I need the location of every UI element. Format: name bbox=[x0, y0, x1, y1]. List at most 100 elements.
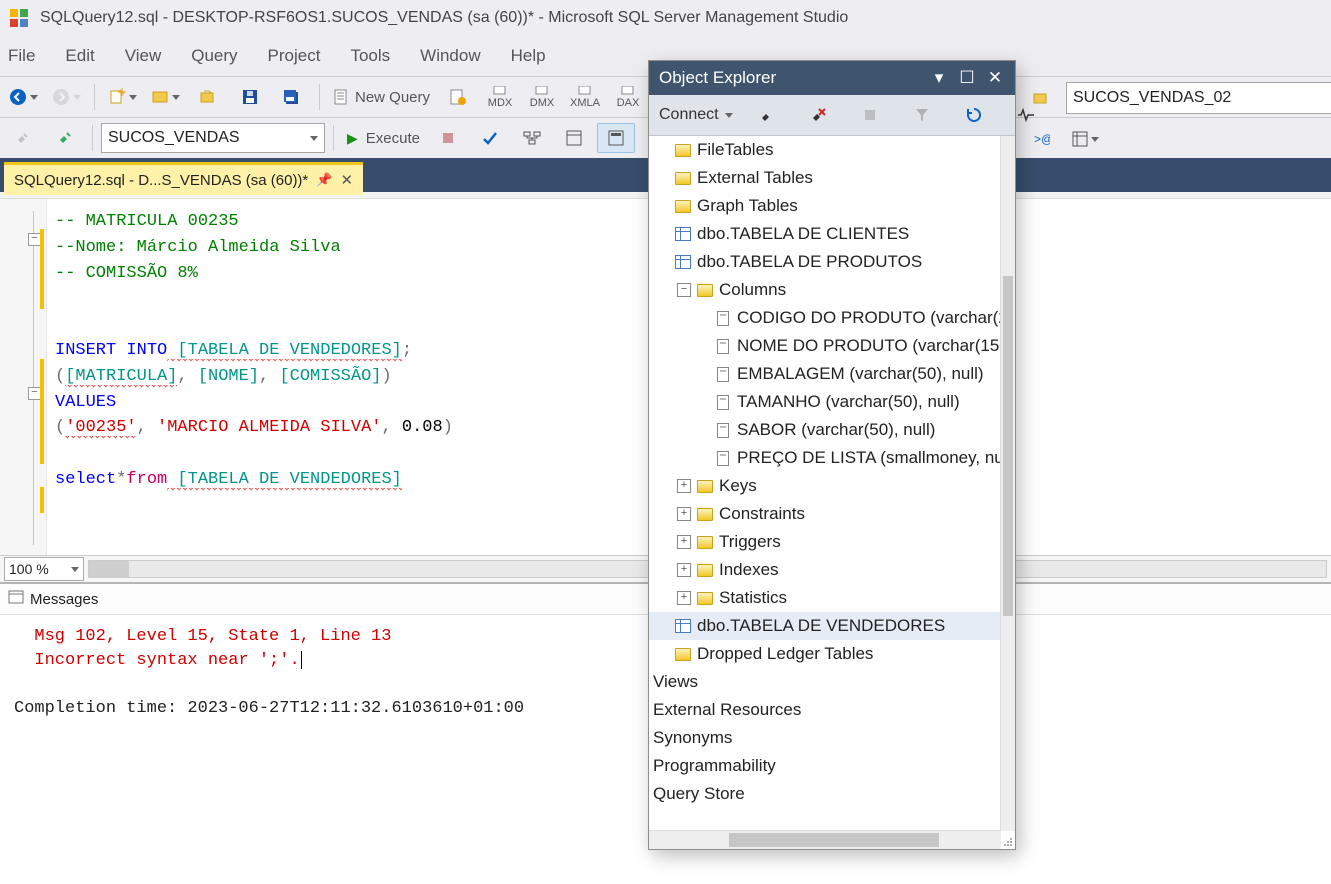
execute-label: Execute bbox=[366, 130, 420, 147]
nav-back-button[interactable] bbox=[4, 82, 43, 112]
expander-icon[interactable]: + bbox=[677, 563, 691, 577]
tree-table-vendedores[interactable]: dbo.TABELA DE VENDEDORES bbox=[649, 612, 1015, 640]
dmx-button[interactable]: DMX bbox=[523, 82, 561, 112]
menu-help[interactable]: Help bbox=[509, 42, 548, 70]
filter-icon[interactable] bbox=[903, 100, 941, 130]
error-line: Msg 102, Level 15, State 1, Line 13 bbox=[34, 627, 391, 646]
mdx-label: MDX bbox=[488, 98, 512, 109]
connect-icon[interactable] bbox=[4, 123, 42, 153]
tree-folder-keys[interactable]: + Keys bbox=[649, 472, 1015, 500]
expander-icon[interactable]: + bbox=[677, 591, 691, 605]
tree-column[interactable]: NOME DO PRODUTO (varchar(150 bbox=[649, 332, 1015, 360]
dax-button[interactable]: DAX bbox=[609, 82, 647, 112]
xmla-label: XMLA bbox=[570, 98, 600, 109]
database-select-value: SUCOS_VENDAS bbox=[108, 129, 240, 147]
tree-folder-statistics[interactable]: + Statistics bbox=[649, 584, 1015, 612]
menu-file[interactable]: File bbox=[6, 42, 37, 70]
window-title: SQLQuery12.sql - DESKTOP-RSF6OS1.SUCOS_V… bbox=[40, 9, 848, 27]
object-explorer-toolbar: Connect bbox=[649, 95, 1015, 136]
save-button[interactable] bbox=[231, 82, 269, 112]
mdx-button[interactable]: MDX bbox=[481, 82, 519, 112]
tree-folder-dropped-ledger[interactable]: Dropped Ledger Tables bbox=[649, 640, 1015, 668]
open-file-button[interactable] bbox=[189, 82, 227, 112]
connect-dropdown[interactable]: Connect bbox=[659, 106, 733, 124]
xe-query-button[interactable] bbox=[439, 82, 477, 112]
open-project-button[interactable] bbox=[146, 82, 185, 112]
tree-column[interactable]: EMBALAGEM (varchar(50), null) bbox=[649, 360, 1015, 388]
parse-button[interactable] bbox=[471, 123, 509, 153]
menu-query[interactable]: Query bbox=[189, 42, 239, 70]
menu-tools[interactable]: Tools bbox=[348, 42, 392, 70]
activity-icon[interactable] bbox=[1007, 100, 1045, 130]
editor-gutter: − − bbox=[0, 199, 47, 555]
new-item-button[interactable] bbox=[103, 82, 142, 112]
results-button[interactable] bbox=[1066, 124, 1104, 154]
stop-button bbox=[429, 123, 467, 153]
execute-button[interactable]: ▶ Execute bbox=[342, 123, 425, 153]
expander-icon[interactable]: + bbox=[677, 507, 691, 521]
tree-node-synonyms[interactable]: Synonyms bbox=[649, 724, 1015, 752]
connect-icon[interactable] bbox=[747, 100, 785, 130]
tree-node-views[interactable]: Views bbox=[649, 668, 1015, 696]
disconnect-icon[interactable] bbox=[799, 100, 837, 130]
tree-node-external-resources[interactable]: External Resources bbox=[649, 696, 1015, 724]
tree-folder-filetables[interactable]: FileTables bbox=[649, 136, 1015, 164]
tree-column[interactable]: SABOR (varchar(50), null) bbox=[649, 416, 1015, 444]
menu-window[interactable]: Window bbox=[418, 42, 482, 70]
oe-hscrollbar[interactable] bbox=[649, 830, 1001, 849]
dmx-label: DMX bbox=[530, 98, 554, 109]
play-icon: ▶ bbox=[347, 130, 358, 147]
close-tab-icon[interactable]: ✕ bbox=[340, 171, 353, 189]
pin-icon[interactable]: 📌 bbox=[316, 172, 332, 188]
save-all-button[interactable] bbox=[273, 82, 311, 112]
messages-tab-label: Messages bbox=[30, 591, 98, 608]
database-select-right[interactable]: SUCOS_VENDAS_02 bbox=[1066, 82, 1331, 114]
zoom-value: 100 % bbox=[9, 561, 49, 577]
oe-vscrollbar[interactable] bbox=[1000, 136, 1015, 831]
new-query-button[interactable]: New Query bbox=[328, 82, 435, 112]
error-line: Incorrect syntax near ';'. bbox=[34, 651, 299, 670]
xmla-button[interactable]: XMLA bbox=[565, 82, 605, 112]
tree-table-clientes[interactable]: dbo.TABELA DE CLIENTES bbox=[649, 220, 1015, 248]
completion-time: Completion time: 2023-06-27T12:11:32.610… bbox=[14, 699, 524, 718]
tree-folder-graph-tables[interactable]: Graph Tables bbox=[649, 192, 1015, 220]
menu-edit[interactable]: Edit bbox=[63, 42, 96, 70]
tree-column[interactable]: PREÇO DE LISTA (smallmoney, null bbox=[649, 444, 1015, 472]
change-connection-button[interactable] bbox=[46, 123, 84, 153]
object-explorer-tree[interactable]: FileTables External Tables Graph Tables … bbox=[649, 136, 1015, 849]
new-query-label: New Query bbox=[355, 89, 430, 106]
messages-icon bbox=[8, 590, 24, 608]
close-icon[interactable]: ✕ bbox=[985, 68, 1005, 88]
nav-forward-button bbox=[47, 82, 86, 112]
intellisense-button[interactable] bbox=[597, 123, 635, 153]
expander-icon[interactable]: − bbox=[677, 283, 691, 297]
query-options-button[interactable] bbox=[555, 123, 593, 153]
tree-node-query-store[interactable]: Query Store bbox=[649, 780, 1015, 808]
menu-view[interactable]: View bbox=[123, 42, 164, 70]
dax-label: DAX bbox=[617, 98, 640, 109]
tree-folder-constraints[interactable]: + Constraints bbox=[649, 500, 1015, 528]
object-explorer-window[interactable]: Object Explorer ▾ ☐ ✕ Connect bbox=[648, 60, 1016, 850]
maximize-icon[interactable]: ☐ bbox=[957, 68, 977, 88]
expander-icon[interactable]: + bbox=[677, 479, 691, 493]
database-select[interactable]: SUCOS_VENDAS bbox=[101, 123, 325, 153]
expander-icon[interactable]: + bbox=[677, 535, 691, 549]
tree-column[interactable]: TAMANHO (varchar(50), null) bbox=[649, 388, 1015, 416]
titlebar: SQLQuery12.sql - DESKTOP-RSF6OS1.SUCOS_V… bbox=[0, 0, 1331, 36]
tree-table-produtos[interactable]: dbo.TABELA DE PRODUTOS bbox=[649, 248, 1015, 276]
editor-tab[interactable]: SQLQuery12.sql - D...S_VENDAS (sa (60))*… bbox=[4, 162, 363, 195]
tree-column[interactable]: CODIGO DO PRODUTO (varchar(20 bbox=[649, 304, 1015, 332]
estimated-plan-button[interactable] bbox=[513, 123, 551, 153]
tree-folder-columns[interactable]: − Columns bbox=[649, 276, 1015, 304]
tree-folder-indexes[interactable]: + Indexes bbox=[649, 556, 1015, 584]
window-menu-icon[interactable]: ▾ bbox=[929, 68, 949, 88]
tree-node-programmability[interactable]: Programmability bbox=[649, 752, 1015, 780]
object-explorer-titlebar[interactable]: Object Explorer ▾ ☐ ✕ bbox=[649, 61, 1015, 95]
app-icon bbox=[8, 7, 30, 29]
tree-folder-triggers[interactable]: + Triggers bbox=[649, 528, 1015, 556]
tree-folder-external-tables[interactable]: External Tables bbox=[649, 164, 1015, 192]
refresh-icon[interactable] bbox=[955, 100, 993, 130]
zoom-select[interactable]: 100 % bbox=[4, 557, 84, 581]
resize-grip-icon[interactable] bbox=[1001, 835, 1013, 847]
menu-project[interactable]: Project bbox=[266, 42, 323, 70]
